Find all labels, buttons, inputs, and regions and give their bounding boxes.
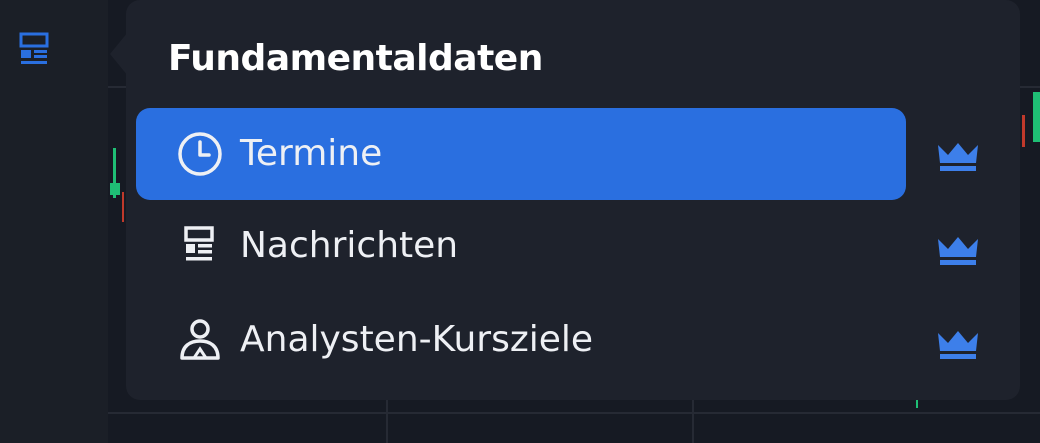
chart-candle	[1033, 92, 1040, 142]
left-toolbar	[0, 0, 108, 443]
news-icon[interactable]	[19, 32, 51, 70]
menu-item-analysten-kursziele[interactable]: Analysten-Kursziele	[136, 294, 906, 386]
menu-item-label: Nachrichten	[240, 225, 459, 266]
news-icon	[176, 222, 224, 270]
chart-candle	[1022, 115, 1025, 147]
crown-icon	[936, 327, 980, 361]
fundamental-data-menu: Fundamentaldaten Termine Nachrichten Ana…	[126, 0, 1020, 400]
chart-candle	[122, 192, 124, 222]
menu-item-nachrichten[interactable]: Nachrichten	[136, 200, 906, 292]
chart-gridline	[108, 412, 1040, 414]
crown-icon	[936, 233, 980, 267]
menu-item-termine[interactable]: Termine	[136, 108, 906, 200]
menu-title: Fundamentaldaten	[168, 38, 543, 79]
chart-candle	[110, 183, 120, 195]
crown-icon	[936, 139, 980, 173]
menu-item-label: Analysten-Kursziele	[240, 319, 594, 360]
analyst-icon	[176, 316, 224, 364]
menu-item-label: Termine	[240, 133, 383, 174]
clock-icon	[176, 130, 224, 178]
